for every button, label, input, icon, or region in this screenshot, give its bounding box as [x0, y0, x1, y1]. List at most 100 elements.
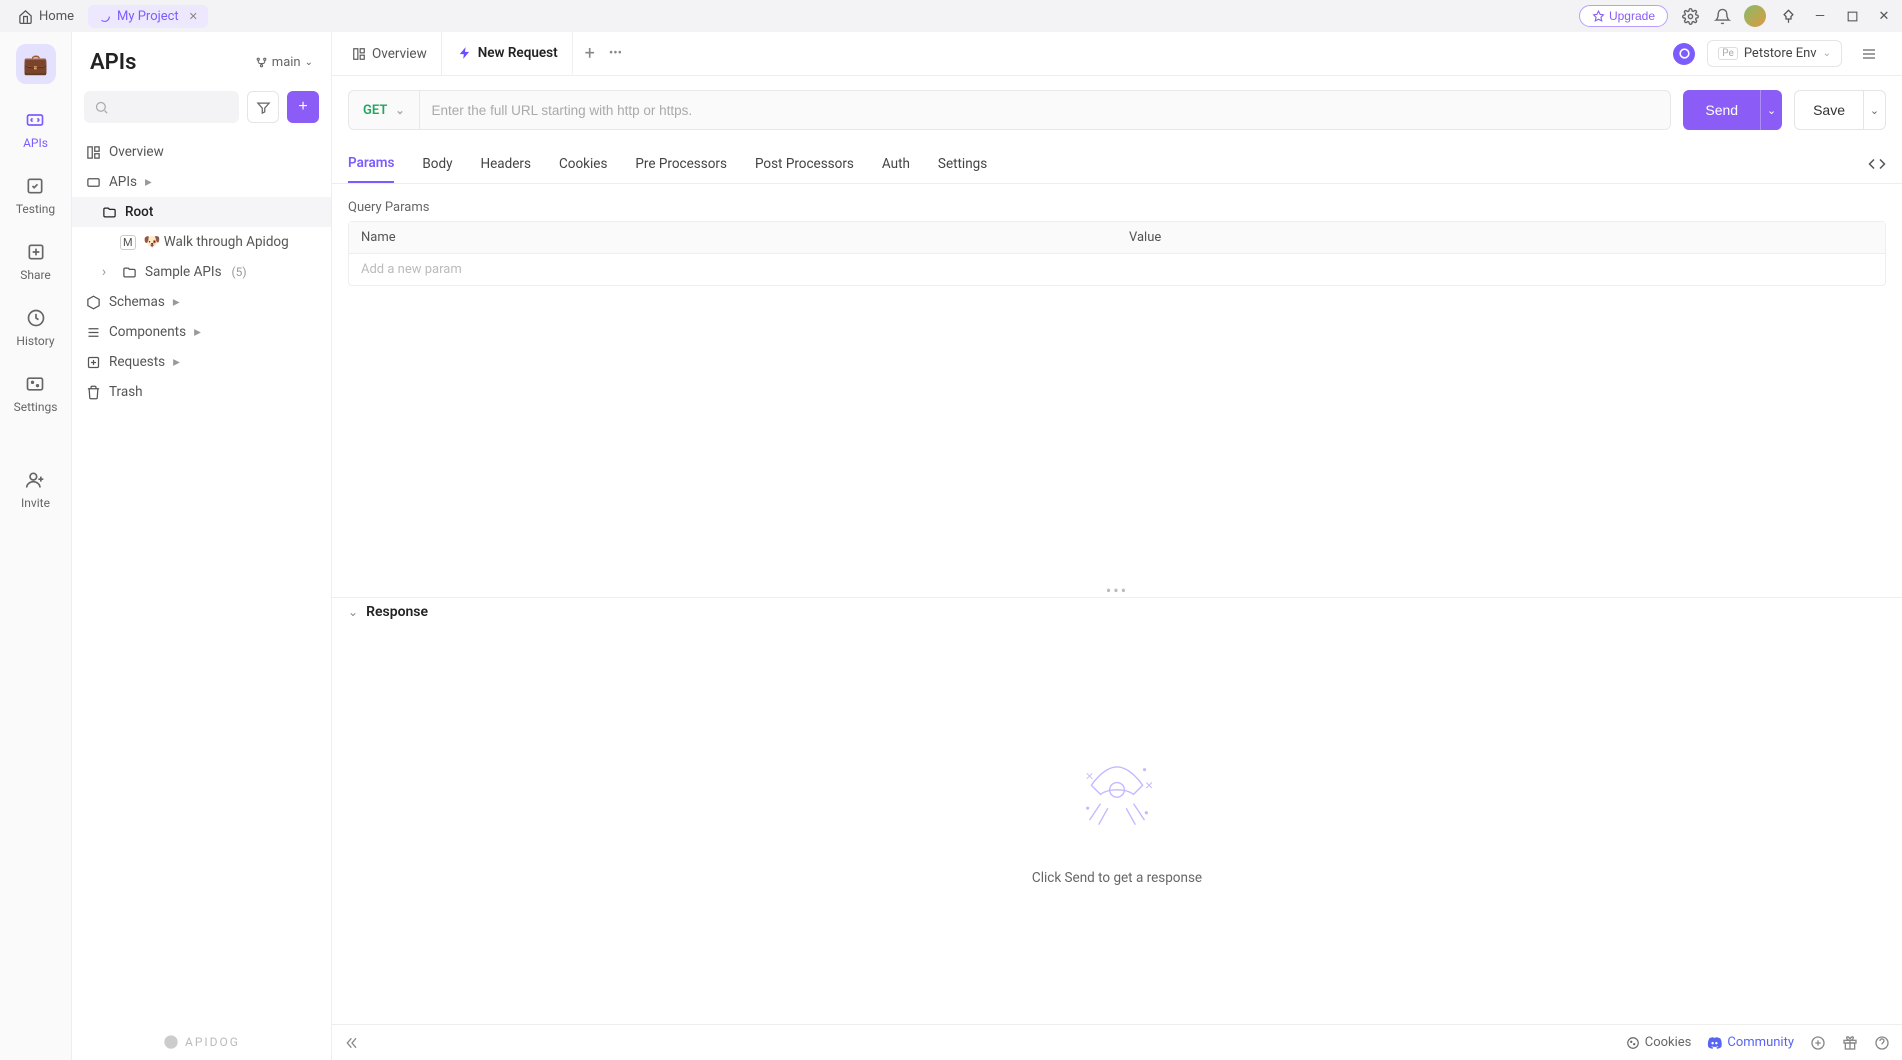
- new-tab-button[interactable]: +: [585, 43, 595, 64]
- help-icon[interactable]: [1874, 1035, 1890, 1051]
- maximize-button[interactable]: [1842, 6, 1862, 26]
- layout-icon: [86, 145, 101, 160]
- cookie-icon: [1626, 1036, 1640, 1050]
- sidebar-brand: APIDOG: [72, 1024, 331, 1060]
- response-empty-message: Click Send to get a response: [1032, 870, 1202, 886]
- minimize-button[interactable]: —: [1810, 6, 1830, 26]
- add-button[interactable]: +: [287, 91, 319, 123]
- env-toggle[interactable]: [1673, 43, 1695, 65]
- rail-item-history[interactable]: History: [16, 306, 54, 348]
- branch-selector[interactable]: main ⌄: [255, 55, 313, 70]
- url-row: GET ⌄ Send ⌄ Save ⌄: [332, 76, 1902, 144]
- branch-icon: [255, 56, 268, 69]
- collapse-sidebar-button[interactable]: [344, 1035, 360, 1051]
- share-icon: [24, 240, 48, 264]
- param-add-row[interactable]: Add a new param: [349, 254, 1885, 285]
- col-value: Value: [1117, 222, 1885, 253]
- tree-trash[interactable]: Trash: [72, 377, 331, 407]
- requests-icon: [86, 355, 101, 370]
- search-icon: [94, 100, 109, 115]
- hamburger-icon[interactable]: [1854, 46, 1884, 62]
- subtab-preprocessors[interactable]: Pre Processors: [635, 144, 727, 183]
- footer-community[interactable]: Community: [1707, 1035, 1794, 1050]
- caret-icon: ▸: [173, 354, 185, 370]
- home-label: Home: [39, 9, 74, 24]
- sidebar: APIs main ⌄ + Overview: [72, 32, 332, 1060]
- history-icon: [24, 306, 48, 330]
- gear-icon[interactable]: [1680, 6, 1700, 26]
- search-input[interactable]: [84, 91, 239, 123]
- send-button[interactable]: Send: [1683, 90, 1760, 130]
- chevron-down-icon: ⌄: [1823, 48, 1831, 59]
- tree-walkthrough[interactable]: M 🐶 Walk through Apidog: [72, 227, 331, 257]
- tree-components[interactable]: Components ▸: [72, 317, 331, 347]
- subtab-body[interactable]: Body: [422, 144, 452, 183]
- request-subtabs: Params Body Headers Cookies Pre Processo…: [332, 144, 1902, 184]
- caret-icon[interactable]: ›: [102, 264, 114, 280]
- subtab-params[interactable]: Params: [348, 144, 394, 183]
- project-label: My Project: [117, 9, 179, 24]
- markdown-icon: M: [120, 235, 136, 250]
- rail-item-share[interactable]: Share: [20, 240, 51, 282]
- rail-item-invite[interactable]: Invite: [21, 468, 50, 510]
- upgrade-button[interactable]: Upgrade: [1579, 5, 1668, 27]
- upgrade-icon: [1592, 10, 1605, 23]
- titlebar-tab-home[interactable]: Home: [8, 5, 84, 28]
- caret-icon: ▸: [145, 174, 157, 190]
- tree-sample-apis[interactable]: › Sample APIs (5): [72, 257, 331, 287]
- splitter-handle[interactable]: •••: [332, 585, 1902, 597]
- avatar[interactable]: [1744, 5, 1766, 27]
- bolt-icon: [458, 46, 472, 60]
- tree-requests[interactable]: Requests ▸: [72, 347, 331, 377]
- api-icon: [23, 108, 47, 132]
- tree-overview[interactable]: Overview: [72, 137, 331, 167]
- trash-icon: [86, 385, 101, 400]
- save-dropdown[interactable]: ⌄: [1864, 90, 1886, 130]
- subtab-headers[interactable]: Headers: [481, 144, 531, 183]
- home-icon: [18, 9, 33, 24]
- close-button[interactable]: ✕: [1874, 6, 1894, 26]
- chevron-down-icon[interactable]: ⌄: [348, 605, 358, 619]
- tab-new-request[interactable]: New Request: [444, 32, 573, 75]
- filter-button[interactable]: [247, 91, 279, 123]
- send-dropdown[interactable]: ⌄: [1760, 90, 1782, 130]
- pin-icon[interactable]: [1778, 6, 1798, 26]
- titlebar-tab-project[interactable]: My Project ✕: [88, 5, 208, 28]
- tab-menu-button[interactable]: •••: [609, 46, 622, 61]
- footer-cookies[interactable]: Cookies: [1626, 1035, 1692, 1050]
- subtab-settings[interactable]: Settings: [938, 144, 987, 183]
- caret-icon: ▸: [173, 294, 185, 310]
- rail-item-apis[interactable]: APIs: [23, 108, 48, 150]
- leftrail: 💼 APIs Testing Share History Settings: [0, 32, 72, 1060]
- save-button[interactable]: Save: [1794, 90, 1864, 130]
- tree-schemas[interactable]: Schemas ▸: [72, 287, 331, 317]
- response-body: Click Send to get a response: [332, 626, 1902, 1025]
- schema-icon: [86, 295, 101, 310]
- project-spinner-icon: [98, 10, 111, 23]
- code-icon[interactable]: [1868, 155, 1886, 173]
- subtab-cookies[interactable]: Cookies: [559, 144, 607, 183]
- caret-icon: ▸: [194, 324, 206, 340]
- tab-overview[interactable]: Overview: [338, 32, 442, 75]
- rail-item-settings[interactable]: Settings: [14, 372, 58, 414]
- bell-icon[interactable]: [1712, 6, 1732, 26]
- env-selector[interactable]: Pe Petstore Env ⌄: [1707, 40, 1842, 67]
- response-header: ⌄ Response: [332, 597, 1902, 626]
- rail-item-testing[interactable]: Testing: [16, 174, 55, 216]
- folder-icon: [102, 205, 117, 220]
- footer: Cookies Community: [332, 1024, 1902, 1060]
- close-icon[interactable]: ✕: [189, 10, 198, 23]
- url-input[interactable]: [420, 91, 1671, 129]
- method-selector[interactable]: GET ⌄: [349, 91, 420, 129]
- chevron-down-icon: ⌄: [395, 104, 404, 117]
- invite-icon: [23, 468, 47, 492]
- workspace-logo[interactable]: 💼: [16, 44, 56, 84]
- add-circle-icon[interactable]: [1810, 1035, 1826, 1051]
- subtab-postprocessors[interactable]: Post Processors: [755, 144, 854, 183]
- tree-root[interactable]: Root: [72, 197, 331, 227]
- subtab-auth[interactable]: Auth: [882, 144, 910, 183]
- params-section: Query Params Name Value Add a new param: [332, 184, 1902, 286]
- tree-apis[interactable]: APIs ▸: [72, 167, 331, 197]
- col-name: Name: [349, 222, 1117, 253]
- gift-icon[interactable]: [1842, 1035, 1858, 1051]
